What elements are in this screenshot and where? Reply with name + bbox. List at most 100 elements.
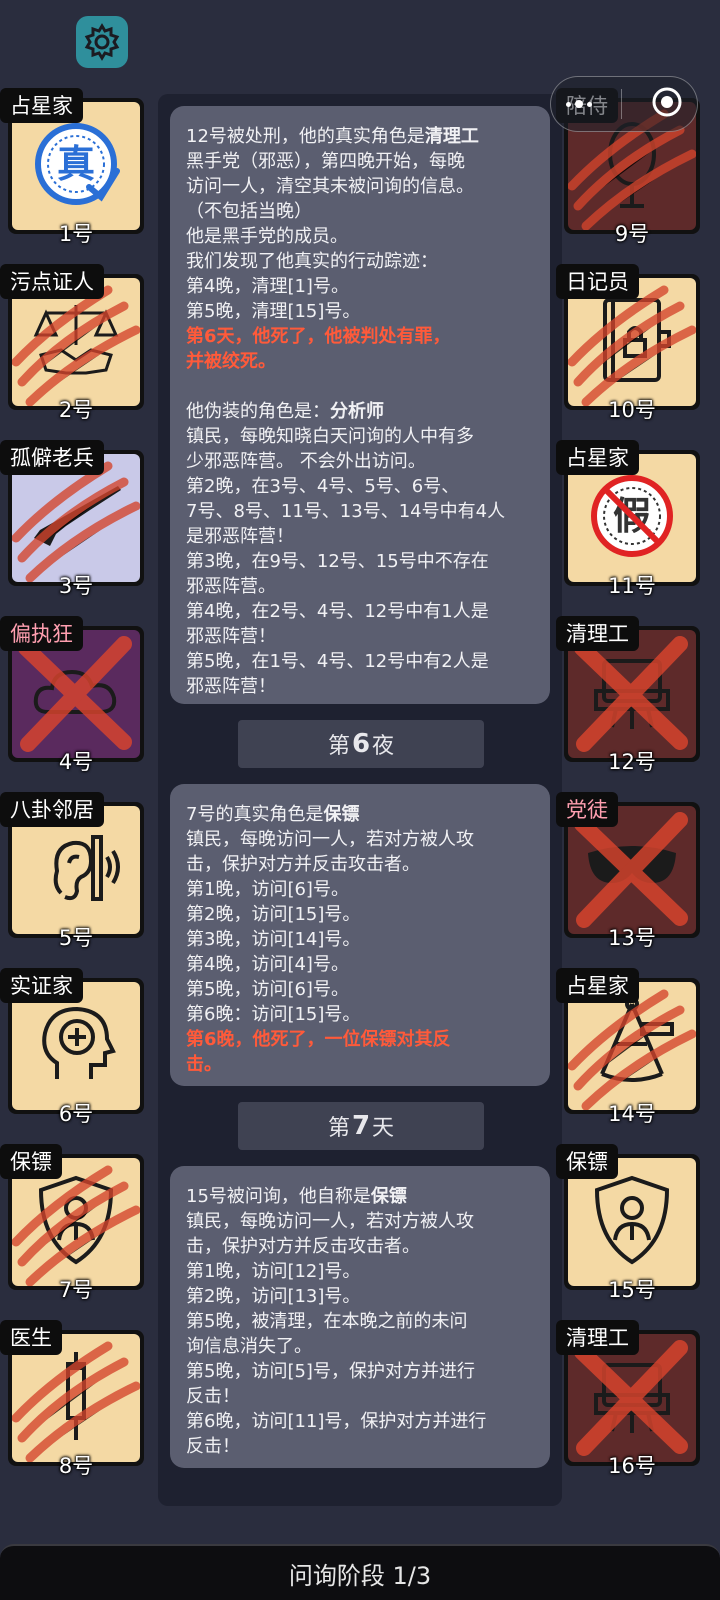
log-line: 询信息消失了。 [186,1334,534,1359]
role-name-bold: 保镖 [323,804,360,825]
player-card[interactable]: 实证家 6号 [0,968,144,1126]
phase-status-bar[interactable]: 问询阶段 1/3 [0,1544,720,1600]
log-message-card: 15号被问询，他自称是保镖 镇民，每晚访问一人，若对方被人攻 击，保护对方并反击攻击… [170,1166,550,1468]
log-highlight-line: 第6晚，他死了，一位保镖对其反 [186,1027,534,1052]
player-card[interactable]: 孤僻老兵 3号 [0,440,144,598]
svg-text:真: 真 [57,142,95,186]
log-line: 第3晚，在9号、12号、15号中不存在 [186,549,534,574]
log-line: 我们发现了他真实的行动踪迹： [186,249,534,274]
log-line: 第6晚：访问[15]号。 [186,1002,534,1027]
phase-banner-day: 第7天 [238,1102,484,1150]
player-card[interactable]: 医生 8号 [0,1320,144,1478]
log-text: 12号被处刑，他的真实角色是 [186,126,425,147]
role-label: 占星家 [556,440,639,475]
log-text: 击，保护对方并反击攻击者。 [186,854,420,875]
player-card[interactable]: 真 占星家 1号 [0,88,144,246]
log-text: 第2晚，在3号、4号、5号、6号、 [186,476,460,497]
log-text: 第6晚：访问[15]号。 [186,1004,361,1025]
player-number: 12号 [608,750,656,774]
target-circle-icon[interactable] [651,86,683,122]
log-highlight-line: 第6天，他死了，他被判处有罪， [186,324,534,349]
player-card[interactable]: 党徒 13号 [556,792,700,950]
player-card[interactable]: 保镖 15号 [556,1144,700,1302]
banner-prefix: 第 [327,734,350,759]
log-text: 第5晚，在1号、4号、12号中有2人是 [186,651,489,672]
player-card[interactable]: 日记员 10号 [556,264,700,422]
log-text: 镇民，每晚访问一人，若对方被人攻 [186,829,474,850]
log-text: 第4晚，清理[1]号。 [186,276,349,297]
true-stamp-icon: 真 [31,119,121,213]
player-card[interactable]: 假占星家 11号 [556,440,700,598]
log-line: 第5晚，清理[15]号。 [186,299,534,324]
log-line: 12号被处刑，他的真实角色是清理工 [186,124,534,149]
log-line: 第2晚，在3号、4号、5号、6号、 [186,474,534,499]
player-number: 4号 [58,750,94,774]
player-card[interactable]: 占星家 14号 [556,968,700,1126]
player-card[interactable]: 清理工 16号 [556,1320,700,1478]
log-text: 第2晚，访问[15]号。 [186,904,361,925]
log-text: 并被绞死。 [186,351,276,372]
ear-icon [31,823,121,917]
gear-icon [84,23,120,61]
log-text: 第5晚，访问[5]号，保护对方并进行 [186,1361,475,1382]
player-number: 13号 [608,926,656,950]
player-number: 5号 [58,926,94,950]
log-highlight-line: 击。 [186,1052,534,1077]
player-card[interactable]: 清理工 12号 [556,616,700,774]
log-text: 是邪恶阵营！ [186,526,294,547]
log-line: 邪恶阵营！ [186,674,534,699]
player-card[interactable]: 污点证人 2号 [0,264,144,422]
log-text: 询信息消失了。 [186,1336,312,1357]
role-label: 占星家 [0,88,83,123]
log-text: 第3晚，在9号、12号、15号中不存在 [186,551,489,572]
log-text: 击。 [186,1054,222,1075]
role-label: 实证家 [0,968,83,1003]
log-line: 第6晚，访问[11]号，保护对方并进行 [186,1409,534,1434]
log-text: 反击！ [186,1436,240,1457]
player-card[interactable]: 偏执狂 4号 [0,616,144,774]
log-line: 第5晚，访问[5]号，保护对方并进行 [186,1359,534,1384]
log-line: 反击！ [186,1384,534,1409]
log-line: 第5晚，访问[6]号。 [186,977,534,1002]
role-label: 医生 [0,1320,62,1355]
log-text: 少邪恶阵营。 不会外出访问。 [186,451,426,472]
log-text: 访问一人，清空其未被问询的信息。 [186,176,474,197]
log-text: 镇民，每晚知晓白天问询的人中有多 [186,426,474,447]
log-line: 15号被问询，他自称是保镖 [186,1184,534,1209]
head-plus-icon [31,999,121,1093]
log-line: 7号、8号、11号、13号、14号中有4人 [186,499,534,524]
log-line: 黑手党（邪恶），第四晚开始，每晚 [186,149,534,174]
log-text: （不包括当晚） [186,201,312,222]
log-text: 镇民，每晚访问一人，若对方被人攻 [186,1211,474,1232]
settings-button[interactable] [76,16,128,68]
log-text: 第6晚，他死了，一位保镖对其反 [186,1029,451,1050]
player-number: 11号 [608,574,656,598]
log-text: 邪恶阵营！ [186,676,276,697]
log-text: 第3晚，访问[14]号。 [186,929,361,950]
more-dots-icon[interactable] [565,100,592,108]
log-line: 他是黑手党的成员。 [186,224,534,249]
capsule-divider [620,89,622,119]
log-text: 第4晚，在2号、4号、12号中有1人是 [186,601,489,622]
log-text: 第4晚，访问[4]号。 [186,954,349,975]
log-text: 7号、8号、11号、13号、14号中有4人 [186,501,506,522]
role-label: 偏执狂 [0,616,83,651]
player-card[interactable]: 保镖 7号 [0,1144,144,1302]
log-text: 他是黑手党的成员。 [186,226,348,247]
log-text: 7号的真实角色是 [186,804,324,825]
false-stamp-icon: 假 [587,471,677,565]
log-text: 第6天，他死了，他被判处有罪， [186,326,451,347]
role-label: 清理工 [556,1320,639,1355]
log-line: 第4晚，在2号、4号、12号中有1人是 [186,599,534,624]
log-text: 反击！ [186,1386,240,1407]
log-text: 第5晚，清理[15]号。 [186,301,361,322]
log-line: 少邪恶阵营。 不会外出访问。 [186,449,534,474]
player-card[interactable]: 八卦邻居 5号 [0,792,144,950]
log-line: 是邪恶阵营！ [186,524,534,549]
log-text: 邪恶阵营！ [186,626,276,647]
role-name-bold: 分析师 [330,401,384,422]
role-label: 保镖 [556,1144,618,1179]
log-text: 黑手党（邪恶），第四晚开始，每晚 [186,151,465,172]
player-number: 1号 [58,222,94,246]
log-line: 7号的真实角色是保镖 [186,802,534,827]
